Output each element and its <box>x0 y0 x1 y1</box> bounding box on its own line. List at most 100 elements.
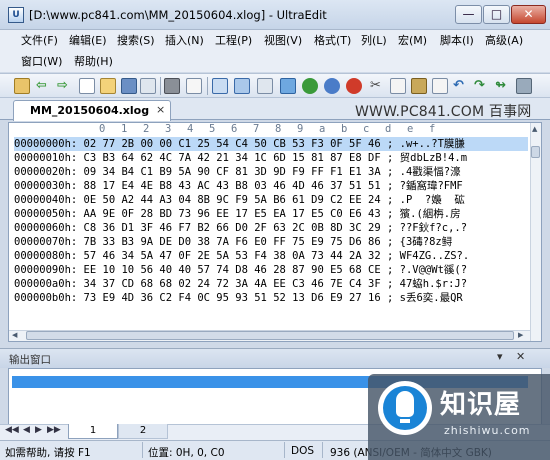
help-icon[interactable] <box>432 78 448 94</box>
hex-row[interactable]: 00000010h: C3 B3 64 62 4C 7A 42 21 34 1C… <box>14 151 467 165</box>
menu-help[interactable]: 帮助(H) <box>74 53 113 71</box>
hex-bytes: 34 37 CD 68 68 02 24 72 3A 4A EE C3 46 7… <box>83 278 381 290</box>
forward-arrow-icon[interactable]: ⇨ <box>57 78 73 94</box>
hex-row[interactable]: 00000080h: 57 46 34 5A 47 0F 2E 5A 53 F4… <box>14 249 469 263</box>
hex-text: ; .4戳渠愊?濠 <box>387 166 461 178</box>
find-next-icon[interactable] <box>302 78 318 94</box>
open-file-icon[interactable] <box>79 78 95 94</box>
tools-icon[interactable] <box>516 78 532 94</box>
sheet-tab-2[interactable]: 2 <box>118 424 168 439</box>
new-file-icon[interactable] <box>14 78 30 94</box>
ruler-tick: d <box>385 123 392 135</box>
wrap-icon[interactable] <box>234 78 250 94</box>
menu-bar: 文件(F) 编辑(E) 搜索(S) 插入(N) 工程(P) 视图(V) 格式(T… <box>0 30 550 72</box>
ruler-tick: 8 <box>275 123 282 135</box>
macro-play-icon[interactable]: ↬ <box>495 78 511 94</box>
column-ruler: 0 1 2 3 4 5 6 7 8 9 a b c d e f <box>9 123 530 136</box>
find-icon[interactable] <box>257 78 273 94</box>
hex-row[interactable]: 00000090h: EE 10 10 56 40 40 57 74 D8 46… <box>14 263 467 277</box>
back-arrow-icon[interactable]: ⇦ <box>36 78 52 94</box>
undo-icon[interactable]: ↶ <box>453 78 469 94</box>
ruler-tick: 7 <box>253 123 260 135</box>
hex-row[interactable]: 00000040h: 0E 50 A2 44 A3 04 8B 9C F9 5A… <box>14 193 465 207</box>
menu-script[interactable]: 脚本(I) <box>440 32 474 50</box>
hex-address: 00000000h: <box>14 138 78 150</box>
tab-label: MM_20150604.xlog <box>30 104 150 117</box>
menu-window[interactable]: 窗口(W) <box>21 53 62 71</box>
menu-advanced[interactable]: 高级(A) <box>485 32 523 50</box>
ruler-tick: 5 <box>209 123 216 135</box>
menu-view[interactable]: 视图(V) <box>264 32 302 50</box>
menu-insert[interactable]: 插入(N) <box>165 32 204 50</box>
ruler-tick: 2 <box>143 123 150 135</box>
ruler-tick: 4 <box>187 123 194 135</box>
hex-address: 00000060h: <box>14 222 78 234</box>
cut-icon[interactable]: ✂ <box>370 78 386 94</box>
scroll-left-arrow-icon[interactable]: ◀ <box>12 331 17 339</box>
hex-row[interactable]: 00000030h: 88 17 E4 4E B8 43 AC 43 B8 03… <box>14 179 463 193</box>
tab-close-icon[interactable]: × <box>156 103 165 116</box>
hex-row[interactable]: 00000050h: AA 9E 0F 28 BD 73 96 EE 17 E5… <box>14 207 461 221</box>
hex-bytes: 73 E9 4D 36 C2 F4 0C 95 93 51 52 13 D6 E… <box>83 292 381 304</box>
output-window-controls[interactable]: ▾ ✕ <box>497 350 530 363</box>
hex-row[interactable]: 000000b0h: 73 E9 4D 36 C2 F4 0C 95 93 51… <box>14 291 463 305</box>
print-preview-icon[interactable] <box>140 78 156 94</box>
status-help: 如需帮助, 请按 F1 <box>5 447 91 459</box>
print-icon[interactable] <box>164 78 180 94</box>
hex-bytes: 57 46 34 5A 47 0F 2E 5A 53 F4 38 0A 73 4… <box>83 250 381 262</box>
hex-text: ; 獱.(絪栴.房 <box>387 208 461 220</box>
hex-address: 00000020h: <box>14 166 78 178</box>
minimize-button[interactable]: — <box>455 5 482 24</box>
hex-address: 00000050h: <box>14 208 78 220</box>
menu-format[interactable]: 格式(T) <box>314 32 351 50</box>
fold-icon[interactable] <box>324 78 340 94</box>
hex-address: 00000040h: <box>14 194 78 206</box>
maximize-button[interactable]: □ <box>483 5 510 24</box>
scroll-up-arrow-icon[interactable]: ▲ <box>532 125 537 133</box>
menu-edit[interactable]: 编辑(E) <box>69 32 107 50</box>
menu-search[interactable]: 搜索(S) <box>117 32 155 50</box>
logo-url: zhishiwu.com <box>444 424 531 437</box>
hex-text: ; 47蛠h.$r:J? <box>387 278 468 290</box>
hex-bytes: 7B 33 B3 9A DE D0 38 7A F6 E0 FF 75 E9 7… <box>83 236 381 248</box>
toolbar: ⇦ ⇨ ✂ ↶ ↷ ↬ <box>0 73 550 98</box>
bookmark-icon[interactable] <box>346 78 362 94</box>
menu-project[interactable]: 工程(P) <box>215 32 252 50</box>
sheet-tab-1[interactable]: 1 <box>68 424 118 439</box>
copy-icon[interactable] <box>390 78 406 94</box>
macro-record-icon[interactable]: ↷ <box>474 78 490 94</box>
menu-column[interactable]: 列(L) <box>361 32 387 50</box>
open-folder-icon[interactable] <box>100 78 116 94</box>
app-icon: U <box>8 7 24 23</box>
status-line-ending: DOS <box>291 445 315 457</box>
ruler-tick: a <box>319 123 326 135</box>
lightbulb-base <box>400 419 410 423</box>
menu-file[interactable]: 文件(F) <box>21 32 58 50</box>
first-tab-icon[interactable]: ◀◀ <box>5 425 19 435</box>
ruler-tick: 3 <box>165 123 172 135</box>
scroll-right-arrow-icon[interactable]: ▶ <box>518 331 523 339</box>
hex-address: 00000080h: <box>14 250 78 262</box>
close-button[interactable]: ✕ <box>511 5 546 24</box>
last-tab-icon[interactable]: ▶▶ <box>47 425 61 435</box>
hex-row[interactable]: 000000a0h: 34 37 CD 68 68 02 24 72 3A 4A… <box>14 277 467 291</box>
next-tab-icon[interactable]: ▶ <box>35 425 42 435</box>
hex-row[interactable]: 00000000h: 02 77 2B 00 00 C1 25 54 C4 50… <box>14 137 528 151</box>
hex-row[interactable]: 00000060h: C8 36 D1 3F 46 F7 B2 66 D0 2F… <box>14 221 467 235</box>
vertical-scroll-thumb[interactable] <box>531 146 540 158</box>
hex-mode-icon[interactable] <box>186 78 202 94</box>
ruler-tick: f <box>429 123 436 135</box>
lightbulb-icon <box>396 391 414 417</box>
hex-bytes: C8 36 D1 3F 46 F7 B2 66 D0 2F 63 2C 0B 8… <box>83 222 381 234</box>
hex-row[interactable]: 00000020h: 09 34 B4 C1 B9 5A 90 CF 81 3D… <box>14 165 461 179</box>
paste-icon[interactable] <box>411 78 427 94</box>
replace-icon[interactable] <box>280 78 296 94</box>
save-icon[interactable] <box>121 78 137 94</box>
column-mode-icon[interactable] <box>212 78 228 94</box>
menu-macro[interactable]: 宏(M) <box>398 32 427 50</box>
status-position: 位置: 0H, 0, C0 <box>148 447 225 459</box>
hex-bytes: AA 9E 0F 28 BD 73 96 EE 17 E5 EA 17 E5 C… <box>83 208 381 220</box>
hex-row[interactable]: 00000070h: 7B 33 B3 9A DE D0 38 7A F6 E0… <box>14 235 452 249</box>
horizontal-scroll-thumb[interactable] <box>26 331 514 340</box>
prev-tab-icon[interactable]: ◀ <box>23 425 30 435</box>
